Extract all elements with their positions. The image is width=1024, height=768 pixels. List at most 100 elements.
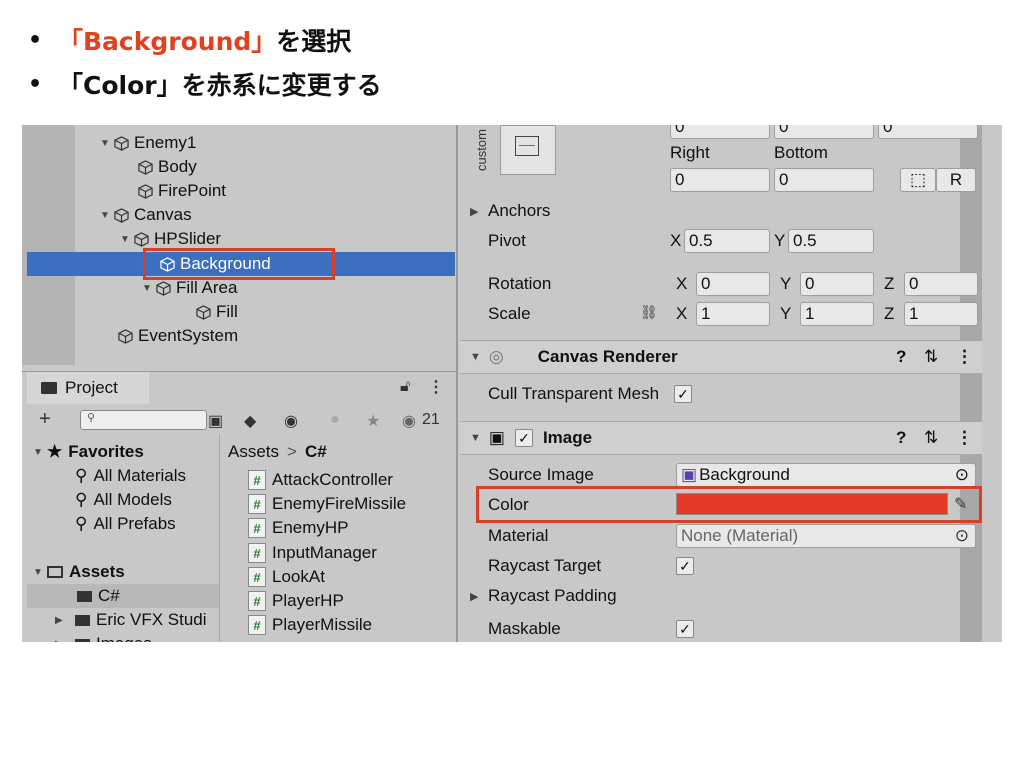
file-item[interactable]: # PlayerHP (248, 589, 344, 613)
favorite-item[interactable]: ⚲ All Prefabs (75, 512, 176, 536)
expand-triangle-icon[interactable]: ▼ (100, 210, 114, 221)
folder-icon (41, 382, 57, 394)
expand-triangle-icon[interactable]: ▼ (120, 234, 134, 245)
blueprint-mode-button[interactable]: ⬚ (900, 168, 936, 192)
help-icon[interactable]: ? (896, 347, 906, 367)
hierarchy-item-firepoint[interactable]: FirePoint (138, 179, 226, 203)
kebab-menu-icon[interactable]: ⋮ (956, 428, 973, 448)
kebab-menu-icon[interactable]: ⋮ (956, 347, 973, 367)
create-plus-icon[interactable]: + (39, 408, 51, 431)
raw-edit-button[interactable]: R (936, 168, 976, 192)
file-item[interactable]: # PlayerMissile (248, 613, 372, 637)
collapse-triangle-icon[interactable]: ▶ (55, 615, 75, 626)
hierarchy-item-fill-area[interactable]: ▼ Fill Area (142, 276, 237, 300)
gameobject-cube-icon (196, 304, 211, 320)
object-picker-icon[interactable]: ⊙ (955, 465, 969, 485)
tag-icon[interactable]: ◉ (284, 411, 298, 431)
collapse-triangle-icon[interactable]: ▶ (55, 639, 75, 643)
image-component-header[interactable]: ▼ ▣ ✓ Image ? ⇅ ⋮ (460, 421, 982, 455)
scale-label: Scale (488, 304, 531, 323)
favorite-item[interactable]: ⚲ All Models (75, 488, 172, 512)
hierarchy-item-label: Fill (216, 302, 238, 321)
assets-header[interactable]: ▼ Assets (33, 560, 125, 584)
maskable-checkbox[interactable]: ✓ (676, 620, 694, 638)
help-icon[interactable]: ? (896, 428, 906, 448)
image-component-icon: ▣ (488, 428, 505, 447)
hierarchy-item-body[interactable]: Body (138, 155, 197, 179)
anchor-preset-label: custom (474, 129, 489, 171)
pivot-y-field[interactable]: 0.5 (788, 229, 874, 253)
info-icon[interactable]: ● (330, 411, 340, 429)
tab-project[interactable]: Project (27, 372, 149, 404)
expand-triangle-icon[interactable]: ▼ (33, 447, 47, 458)
canvas-renderer-header[interactable]: ▼ ◎ Canvas Renderer ? ⇅ ⋮ (460, 340, 982, 374)
preset-icon[interactable]: ⇅ (924, 428, 938, 448)
scale-z-field[interactable]: 1 (904, 302, 978, 326)
unlink-scale-icon[interactable]: ⛓ (640, 304, 658, 321)
hierarchy-item-canvas[interactable]: ▼ Canvas (100, 203, 192, 227)
eye-icon[interactable]: ◉ (402, 411, 416, 431)
pivot-y-label: Y (774, 231, 786, 250)
expand-triangle-icon[interactable]: ▼ (100, 138, 114, 149)
file-label: PlayerMissile (272, 615, 373, 634)
folder-item-images[interactable]: ▶ Images (55, 632, 152, 642)
favorite-item[interactable]: ⚲ All Materials (75, 464, 186, 488)
object-picker-icon[interactable]: ⊙ (955, 526, 969, 546)
assets-title: Assets (69, 562, 125, 581)
rotation-x-field[interactable]: 0 (696, 272, 770, 296)
inspector-scrollbar[interactable] (960, 125, 982, 642)
hierarchy-item-eventsystem[interactable]: EventSystem (118, 324, 238, 348)
star-icon[interactable]: ★ (366, 411, 380, 431)
image-enabled-checkbox[interactable]: ✓ (514, 429, 533, 447)
hierarchy-item-enemy1[interactable]: ▼ Enemy1 (100, 131, 196, 155)
expand-triangle-icon[interactable]: ▼ (33, 567, 47, 578)
foldout-triangle-icon[interactable]: ▶ (470, 590, 488, 603)
search-by-label-icon[interactable]: ◆ (244, 411, 256, 431)
anchor-preset-button[interactable] (500, 125, 556, 175)
file-item[interactable]: # EnemyFireMissile (248, 492, 406, 516)
breadcrumb-current[interactable]: C# (305, 442, 327, 462)
rotation-y-field[interactable]: 0 (800, 272, 874, 296)
favorite-label: All Materials (93, 466, 187, 485)
file-item[interactable]: # LookAt (248, 565, 325, 589)
gameobject-cube-icon (114, 135, 129, 151)
foldout-triangle-icon[interactable]: ▼ (470, 351, 481, 363)
search-by-type-icon[interactable]: ▣ (208, 411, 223, 431)
rect-posy-field[interactable]: 0 (774, 125, 874, 139)
favorites-header[interactable]: ▼ ★ Favorites (33, 440, 144, 464)
preset-icon[interactable]: ⇅ (924, 347, 938, 367)
hierarchy-item-fill[interactable]: Fill (196, 300, 238, 324)
gameobject-cube-icon (138, 183, 153, 199)
foldout-triangle-icon[interactable]: ▼ (470, 432, 481, 444)
bottom-field[interactable]: 0 (774, 168, 874, 192)
source-image-label: Source Image (488, 465, 594, 484)
rect-posz-field[interactable]: 0 (878, 125, 978, 139)
search-icon: ⚲ (75, 490, 88, 509)
foldout-triangle-icon[interactable]: ▶ (470, 205, 488, 218)
file-item[interactable]: # AttackController (248, 468, 393, 492)
scale-x-field[interactable]: 1 (696, 302, 770, 326)
folder-item-csharp[interactable]: C# (77, 584, 120, 608)
pivot-label: Pivot (488, 231, 526, 250)
breadcrumb-root[interactable]: Assets (228, 442, 279, 462)
source-image-field[interactable]: ▣ Background ⊙ (676, 463, 976, 487)
file-item[interactable]: # InputManager (248, 541, 377, 565)
raycast-target-label: Raycast Target (488, 556, 602, 575)
breadcrumb-separator: > (287, 442, 297, 461)
kebab-menu-icon[interactable]: ⋮ (428, 377, 444, 397)
rotation-z-field[interactable]: 0 (904, 272, 978, 296)
material-field[interactable]: None (Material) ⊙ (676, 524, 976, 548)
raycast-padding-foldout[interactable]: ▶ Raycast Padding (470, 584, 617, 608)
expand-triangle-icon[interactable]: ▼ (142, 283, 156, 294)
rect-top-field[interactable]: 0 (670, 125, 770, 139)
anchors-foldout[interactable]: ▶ Anchors (470, 199, 550, 223)
raycast-target-checkbox[interactable]: ✓ (676, 557, 694, 575)
pivot-x-field[interactable]: 0.5 (684, 229, 770, 253)
file-item[interactable]: # EnemyHP (248, 516, 349, 540)
cull-transparent-mesh-checkbox[interactable]: ✓ (674, 385, 692, 403)
scale-y-field[interactable]: 1 (800, 302, 874, 326)
right-field[interactable]: 0 (670, 168, 770, 192)
folder-item-eric-vfx[interactable]: ▶ Eric VFX Studi (55, 608, 207, 632)
lock-icon[interactable]: 🔓︎ (400, 378, 410, 396)
project-search-input[interactable]: ⚲ (80, 410, 207, 430)
